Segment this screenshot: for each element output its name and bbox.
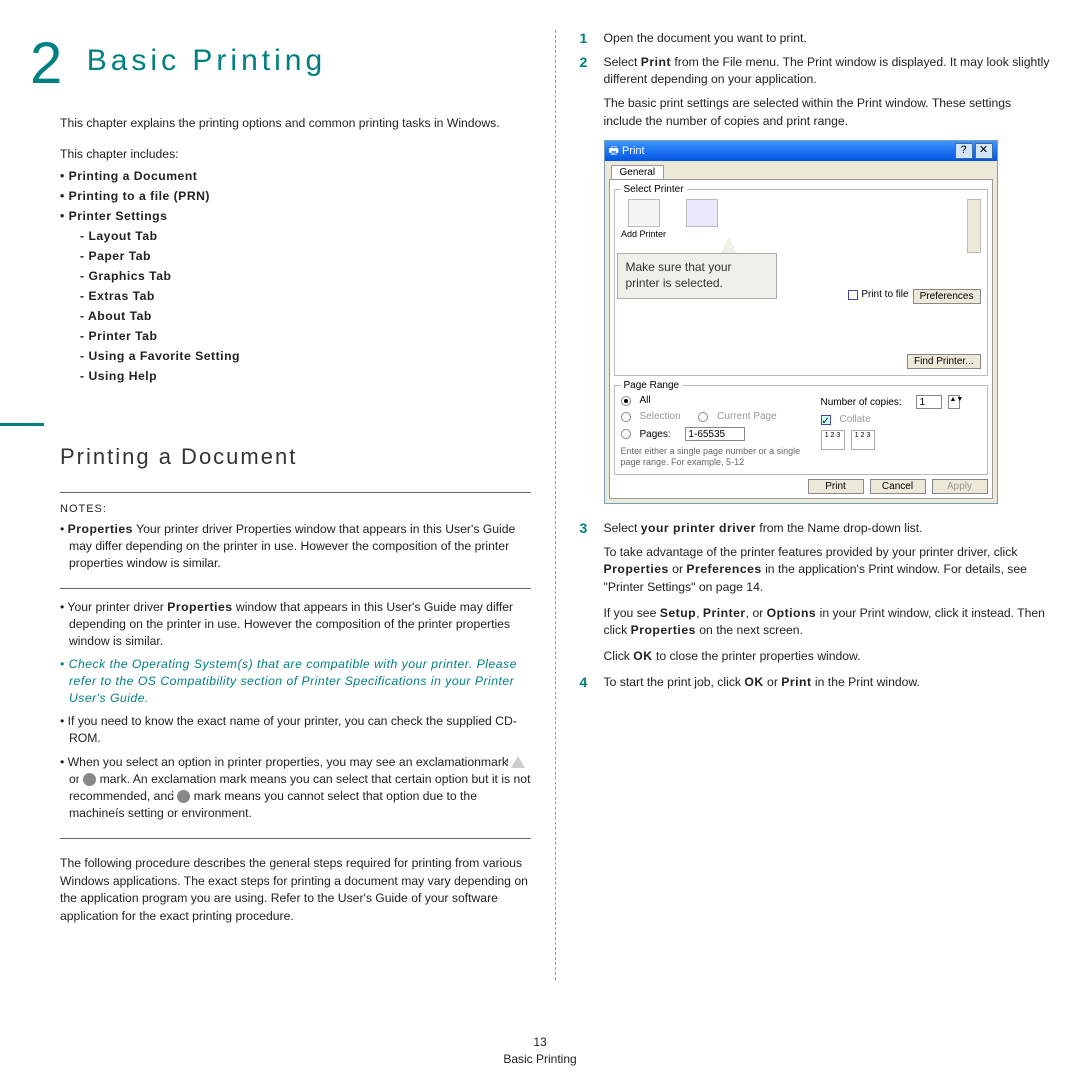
warning-icon: [511, 756, 525, 768]
step-number: 1: [580, 30, 604, 48]
step-text: Open the document you want to print.: [604, 30, 1051, 48]
note-item: • If you need to know the exact name of …: [60, 713, 531, 747]
page-footer: 13 Basic Printing: [0, 1035, 1080, 1066]
error-icon: [177, 790, 190, 803]
toc-item[interactable]: Printing a Document: [60, 169, 531, 183]
toc-subitem[interactable]: Extras Tab: [60, 289, 531, 303]
print-to-file-checkbox[interactable]: [848, 290, 858, 300]
error-icon: [83, 773, 96, 786]
collate-checkbox[interactable]: ✓: [821, 415, 831, 425]
toc-subitem[interactable]: Layout Tab: [60, 229, 531, 243]
step-subtext: The basic print settings are selected wi…: [604, 95, 1051, 130]
step-number: 2: [580, 54, 604, 89]
print-dialog: 🖶 Print ? ✕ General Select Printer Add P…: [604, 140, 998, 504]
toc-item[interactable]: Printing to a file (PRN): [60, 189, 531, 203]
paragraph: The following procedure describes the ge…: [60, 855, 531, 926]
apply-button[interactable]: Apply: [932, 479, 988, 494]
toc-subitem[interactable]: About Tab: [60, 309, 531, 323]
notes-box: • Your printer driver Properties window …: [60, 589, 531, 839]
find-printer-button[interactable]: Find Printer...: [907, 354, 980, 369]
toc-subitem[interactable]: Printer Tab: [60, 329, 531, 343]
step-number: 4: [580, 674, 604, 692]
note-item: • When you select an option in printer p…: [60, 754, 531, 822]
page-range-fieldset: Page Range All Selection Current Page Pa…: [614, 380, 988, 475]
print-button[interactable]: Print: [808, 479, 864, 494]
page-number: 13: [0, 1035, 1080, 1049]
close-button[interactable]: ✕: [975, 143, 993, 159]
column-divider: [555, 30, 556, 980]
collate-icon: 1 2 3: [851, 430, 875, 450]
toc-subitem[interactable]: Paper Tab: [60, 249, 531, 263]
notes-box: NOTES: • Properties Your printer driver …: [60, 492, 531, 589]
preferences-button[interactable]: Preferences: [913, 289, 981, 304]
help-button[interactable]: ?: [955, 143, 973, 159]
collate-icon: 1 2 3: [821, 430, 845, 450]
add-printer-item[interactable]: Add Printer: [621, 199, 667, 239]
footer-title: Basic Printing: [0, 1052, 1080, 1066]
select-printer-fieldset: Select Printer Add Printer Make sure tha…: [614, 184, 988, 376]
step-number: 3: [580, 520, 604, 538]
current-page-radio[interactable]: [698, 412, 708, 422]
printer-icon: 🖶: [609, 142, 619, 161]
note-item-italic: • Check the Operating System(s) that are…: [60, 656, 531, 707]
step-text: Select Print from the File menu. The Pri…: [604, 54, 1051, 89]
notes-label: NOTES:: [60, 503, 531, 515]
step-subtext: Click OK to close the printer properties…: [604, 648, 1051, 666]
tab-general[interactable]: General: [611, 165, 665, 179]
chapter-title: Basic Printing: [87, 44, 326, 78]
pages-radio[interactable]: [621, 429, 631, 439]
dialog-titlebar: 🖶 Print ? ✕: [605, 141, 997, 161]
pages-input[interactable]: [685, 427, 745, 441]
copies-spinner[interactable]: ▲▼: [948, 395, 960, 409]
callout-box: Make sure that your printer is selected.: [617, 253, 777, 298]
step-text: Select your printer driver from the Name…: [604, 520, 1051, 538]
section-bar: [0, 423, 44, 426]
printer-item[interactable]: [679, 199, 725, 229]
toc-subitem[interactable]: Using a Favorite Setting: [60, 349, 531, 363]
pages-hint: Enter either a single page number or a s…: [621, 446, 813, 468]
step-subtext: If you see Setup, Printer, or Options in…: [604, 605, 1051, 640]
chapter-number: 2: [30, 30, 62, 97]
step-text: To start the print job, click OK or Prin…: [604, 674, 1051, 692]
cancel-button[interactable]: Cancel: [870, 479, 926, 494]
toc-label: This chapter includes:: [60, 147, 531, 161]
toc-subitem[interactable]: Graphics Tab: [60, 269, 531, 283]
selection-radio[interactable]: [621, 412, 631, 422]
note-item: • Properties Your printer driver Propert…: [60, 521, 531, 572]
toc-item[interactable]: Printer Settings: [60, 209, 531, 223]
intro-text: This chapter explains the printing optio…: [60, 115, 531, 133]
scrollbar[interactable]: [967, 199, 981, 253]
step-subtext: To take advantage of the printer feature…: [604, 544, 1051, 597]
section-title: Printing a Document: [60, 444, 531, 470]
note-item: • Your printer driver Properties window …: [60, 599, 531, 650]
copies-input[interactable]: [916, 395, 942, 409]
toc-subitem[interactable]: Using Help: [60, 369, 531, 383]
all-radio[interactable]: [621, 396, 631, 406]
